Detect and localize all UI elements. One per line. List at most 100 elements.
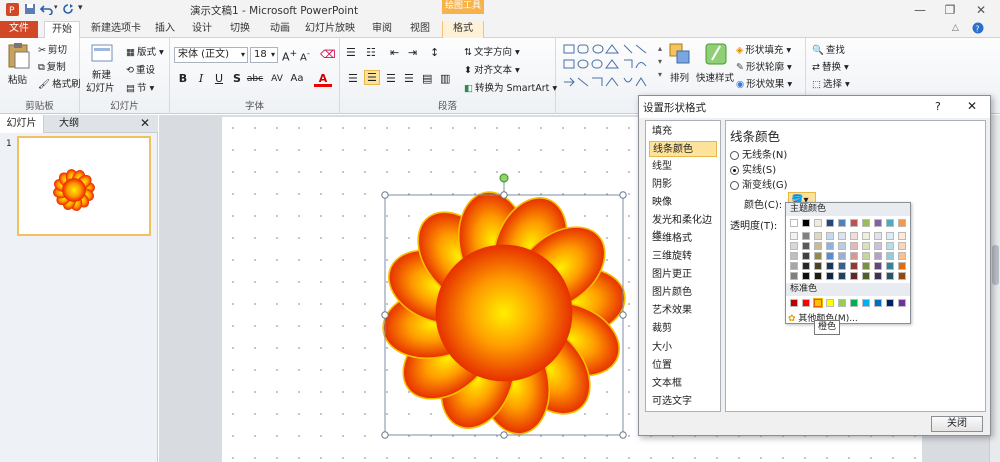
theme-color-swatch[interactable] (814, 219, 822, 227)
standard-color-swatch[interactable] (850, 299, 858, 307)
minimize-icon[interactable]: — (905, 0, 935, 20)
dialog-close-icon[interactable]: ✕ (967, 99, 977, 113)
shrink-font-icon[interactable]: A- (300, 48, 310, 63)
theme-shade-swatch[interactable] (874, 242, 882, 250)
theme-shade-swatch[interactable] (862, 272, 870, 280)
theme-shade-swatch[interactable] (886, 262, 894, 270)
columns-icon[interactable]: ▥ (440, 72, 450, 85)
radio-no-line[interactable] (730, 150, 739, 160)
tab-slideshow[interactable]: 幻灯片放映 (302, 21, 358, 38)
decrease-indent-icon[interactable]: ⇤ (390, 46, 399, 59)
format-painter-button[interactable]: 🖌 格式刷 (38, 76, 81, 90)
theme-shade-swatch[interactable] (850, 242, 858, 250)
category-reflection[interactable]: 映像 (649, 195, 717, 211)
theme-shade-swatch[interactable] (814, 232, 822, 240)
close-window-icon[interactable]: ✕ (966, 0, 996, 20)
clear-format-icon[interactable]: ⌫ (320, 48, 336, 61)
increase-indent-icon[interactable]: ⇥ (408, 46, 417, 59)
theme-shade-swatch[interactable] (826, 232, 834, 240)
tab-outline-pane[interactable]: 大纲 (54, 115, 84, 133)
category-alt-text[interactable]: 可选文字 (649, 394, 717, 410)
theme-shade-swatch[interactable] (886, 252, 894, 260)
category-picture-corrections[interactable]: 图片更正 (649, 267, 717, 283)
theme-shade-swatch[interactable] (802, 262, 810, 270)
theme-color-swatch[interactable] (838, 219, 846, 227)
tab-new-tab[interactable]: 新建选项卡 (86, 21, 146, 38)
quick-styles-label[interactable]: 快速样式 (696, 70, 734, 84)
theme-shade-swatch[interactable] (802, 272, 810, 280)
char-spacing-icon[interactable]: AV (268, 71, 286, 87)
category-shadow[interactable]: 阴影 (649, 177, 717, 193)
theme-shade-swatch[interactable] (814, 272, 822, 280)
dialog-close-button[interactable]: 关闭 (931, 416, 983, 432)
justify-icon[interactable]: ☰ (404, 72, 414, 85)
theme-shade-swatch[interactable] (898, 242, 906, 250)
category-size[interactable]: 大小 (649, 340, 717, 356)
theme-shade-swatch[interactable] (790, 252, 798, 260)
theme-color-swatch[interactable] (874, 219, 882, 227)
theme-shade-swatch[interactable] (874, 272, 882, 280)
new-slide-label2[interactable]: 幻灯片 (86, 80, 115, 94)
tab-format[interactable]: 格式 (442, 21, 484, 38)
arrange-button[interactable] (668, 42, 692, 69)
theme-shade-swatch[interactable] (898, 252, 906, 260)
theme-shade-swatch[interactable] (790, 272, 798, 280)
theme-shade-swatch[interactable] (826, 252, 834, 260)
new-slide-button[interactable] (90, 42, 114, 67)
category-3d-rotation[interactable]: 三维旋转 (649, 249, 717, 265)
category-crop[interactable]: 裁剪 (649, 321, 717, 337)
standard-color-swatch[interactable] (813, 298, 823, 308)
option-solid-line[interactable]: 实线(S) (730, 161, 776, 176)
theme-shade-swatch[interactable] (874, 262, 882, 270)
theme-shade-swatch[interactable] (874, 232, 882, 240)
theme-shade-swatch[interactable] (802, 232, 810, 240)
theme-shade-swatch[interactable] (874, 252, 882, 260)
theme-shade-swatch[interactable] (838, 252, 846, 260)
theme-color-swatch[interactable] (850, 219, 858, 227)
arrange-label[interactable]: 排列 (670, 70, 689, 84)
standard-color-swatch[interactable] (802, 299, 810, 307)
tab-view[interactable]: 视图 (404, 21, 436, 38)
font-color-icon[interactable]: A (314, 71, 332, 87)
theme-shade-swatch[interactable] (790, 262, 798, 270)
theme-shade-swatch[interactable] (838, 242, 846, 250)
align-center-icon[interactable]: ☰ (364, 70, 380, 85)
category-glow[interactable]: 发光和柔化边缘 (649, 213, 717, 242)
close-pane-icon[interactable]: ✕ (140, 116, 150, 130)
new-slide-label[interactable]: 新建 (92, 67, 111, 81)
tab-home[interactable]: 开始 (44, 21, 80, 38)
tab-file[interactable]: 文件 (0, 21, 38, 38)
category-position[interactable]: 位置 (649, 358, 717, 374)
shape-outline-button[interactable]: ✎ 形状轮廓 ▾ (736, 59, 792, 73)
align-right-icon[interactable]: ☰ (386, 72, 396, 85)
quick-styles-button[interactable] (704, 42, 728, 69)
theme-color-swatch[interactable] (802, 219, 810, 227)
flower-shape-selection[interactable] (372, 169, 632, 449)
change-case-icon[interactable]: Aa (288, 71, 306, 87)
text-direction-button[interactable]: ⇅ 文字方向 ▾ (464, 44, 520, 58)
theme-shade-swatch[interactable] (862, 242, 870, 250)
shape-effects-button[interactable]: ◉ 形状效果 ▾ (736, 76, 792, 90)
theme-shade-swatch[interactable] (850, 262, 858, 270)
font-name-combo[interactable]: 宋体 (正文) ▾ (174, 47, 248, 63)
shapes-scroll-icon[interactable]: ▴ ▾ ▾ (658, 42, 662, 81)
theme-shade-swatch[interactable] (790, 232, 798, 240)
theme-shade-swatch[interactable] (898, 272, 906, 280)
layout-button[interactable]: ▦ 版式 ▾ (126, 44, 164, 58)
reset-button[interactable]: ⟲ 重设 (126, 62, 155, 76)
theme-shade-swatch[interactable] (850, 232, 858, 240)
restore-icon[interactable]: ❐ (935, 0, 965, 20)
theme-color-swatch[interactable] (886, 219, 894, 227)
bold-icon[interactable]: B (174, 71, 192, 87)
powerpoint-logo-icon[interactable]: P (6, 3, 19, 19)
tab-review[interactable]: 审阅 (366, 21, 398, 38)
slide-thumbnail[interactable] (17, 136, 151, 236)
redo-icon[interactable] (62, 3, 74, 18)
undo-dropdown-icon[interactable]: ▾ (54, 3, 58, 11)
category-3d-format[interactable]: 三维格式 (649, 231, 717, 247)
copy-button[interactable]: ⧉ 复制 (38, 59, 66, 73)
distributed-icon[interactable]: ▤ (422, 72, 432, 85)
theme-shade-swatch[interactable] (814, 262, 822, 270)
grow-font-icon[interactable]: A+ (282, 48, 297, 64)
category-picture-color[interactable]: 图片颜色 (649, 285, 717, 301)
